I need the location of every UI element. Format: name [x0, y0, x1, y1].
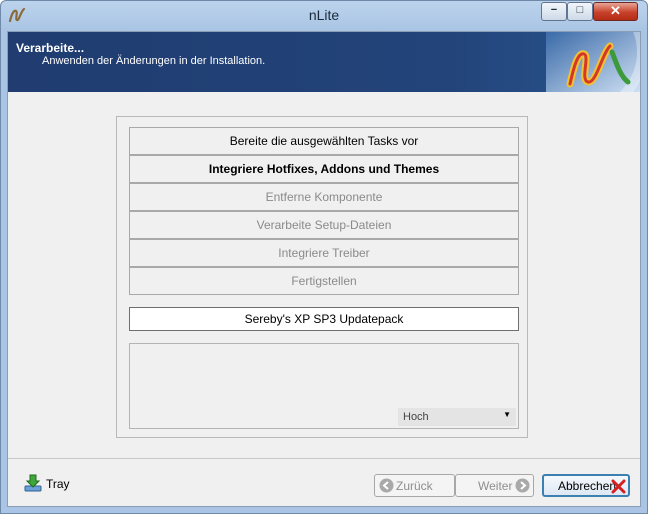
- minimize-button[interactable]: −: [541, 2, 567, 21]
- cancel-x-icon: [611, 479, 626, 494]
- tray-download-icon: [24, 474, 42, 492]
- priority-selected-value: Hoch: [403, 411, 429, 423]
- step-process-setup-files: Verarbeite Setup-Dateien: [129, 211, 519, 239]
- back-button[interactable]: Zurück: [374, 474, 455, 497]
- footer-divider: [8, 458, 640, 459]
- chevron-down-icon: ▼: [503, 410, 511, 419]
- progress-panel: Bereite die ausgewählten Tasks vor Integ…: [116, 116, 528, 438]
- page-subtitle: Anwenden der Änderungen in der Installat…: [42, 55, 266, 67]
- page-header: Verarbeite... Anwenden der Änderungen in…: [8, 32, 640, 92]
- step-integrate-hotfixes: Integriere Hotfixes, Addons und Themes: [129, 155, 519, 183]
- cancel-button[interactable]: Abbrechen: [542, 474, 630, 497]
- current-item-field: Sereby's XP SP3 Updatepack: [129, 307, 519, 331]
- dialog-client-area: Verarbeite... Anwenden der Änderungen in…: [7, 31, 641, 507]
- next-arrow-icon: [515, 478, 530, 493]
- step-prepare-tasks: Bereite die ausgewählten Tasks vor: [129, 127, 519, 155]
- step-integrate-drivers: Integriere Treiber: [129, 239, 519, 267]
- minimize-icon: −: [550, 4, 558, 16]
- next-label: Weiter: [478, 479, 513, 493]
- app-window: nLite − □ ✕ Verarbeite... Anwenden der Ä…: [0, 0, 648, 514]
- tray-label: Tray: [46, 477, 70, 491]
- next-button[interactable]: Weiter: [455, 474, 534, 497]
- maximize-icon: □: [576, 4, 584, 16]
- priority-dropdown[interactable]: Hoch ▼: [398, 408, 516, 426]
- title-bar[interactable]: nLite − □ ✕: [1, 1, 647, 31]
- page-title: Verarbeite...: [16, 41, 85, 55]
- nlite-logo-icon: [546, 32, 640, 92]
- back-label: Zurück: [396, 479, 433, 493]
- close-icon: ✕: [610, 3, 621, 18]
- maximize-button[interactable]: □: [567, 2, 593, 21]
- back-arrow-icon: [379, 478, 394, 493]
- cancel-label: Abbrechen: [558, 479, 617, 493]
- close-button[interactable]: ✕: [593, 2, 638, 21]
- log-area: Hoch ▼: [129, 343, 519, 429]
- step-finish: Fertigstellen: [129, 267, 519, 295]
- step-remove-components: Entferne Komponente: [129, 183, 519, 211]
